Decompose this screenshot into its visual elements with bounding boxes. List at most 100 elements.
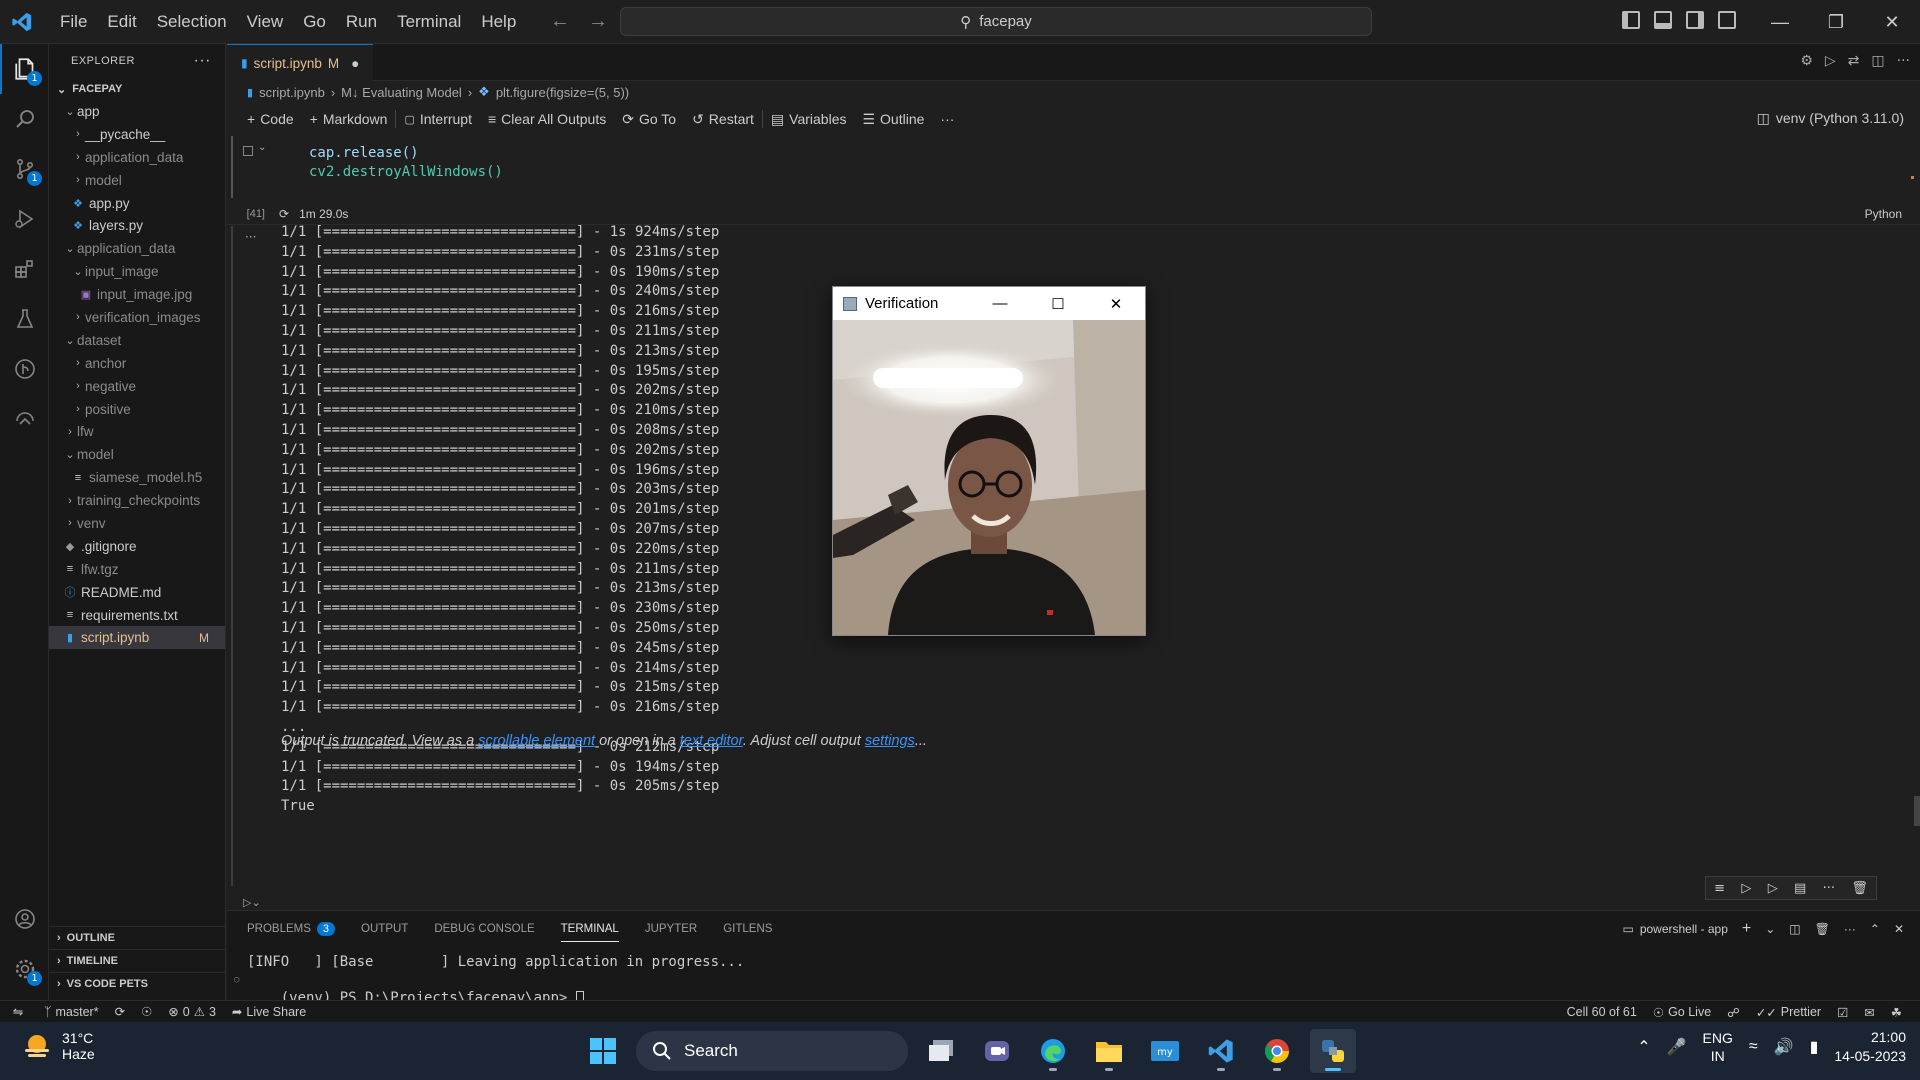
- menu-item-view[interactable]: View: [237, 0, 294, 44]
- breadcrumb-item-1[interactable]: M↓ Evaluating Model: [341, 85, 462, 100]
- folder-item[interactable]: › model: [49, 169, 225, 192]
- volume-icon[interactable]: 🔊: [1774, 1037, 1794, 1057]
- remote-explorer-icon[interactable]: [0, 394, 49, 444]
- split-editor-icon[interactable]: ◫: [1871, 53, 1884, 69]
- live-share-item[interactable]: ➦ Live Share: [224, 1004, 314, 1020]
- tab-script-ipynb[interactable]: ▮ script.ipynb M ●: [227, 44, 373, 81]
- gitlens-status-icon[interactable]: ☉: [133, 1004, 160, 1019]
- chevron-down-icon[interactable]: ⌄: [1765, 922, 1775, 936]
- variables-button[interactable]: ▤ Variables: [763, 111, 855, 128]
- kill-terminal-icon[interactable]: 🗑: [1815, 922, 1830, 936]
- copilot-icon[interactable]: ☘: [1883, 1005, 1910, 1020]
- customize-layout-icon[interactable]: [1718, 11, 1736, 29]
- file-item[interactable]: ▣ input_image.jpg: [49, 283, 225, 306]
- verification-window[interactable]: Verification — ☐ ✕: [832, 286, 1146, 636]
- folder-item[interactable]: ⌄ application_data: [49, 237, 225, 260]
- menu-item-selection[interactable]: Selection: [147, 0, 237, 44]
- mylip-app-icon[interactable]: my: [1142, 1029, 1188, 1073]
- interrupt-button[interactable]: ▢ Interrupt: [396, 111, 480, 127]
- file-item[interactable]: ◆ .gitignore: [49, 535, 225, 558]
- tab-jupyter[interactable]: JUPYTER: [645, 923, 697, 935]
- wifi-icon[interactable]: ≈: [1749, 1038, 1758, 1056]
- code-line[interactable]: cap.release(): [309, 145, 419, 161]
- folder-item[interactable]: ⌄ input_image: [49, 260, 225, 283]
- kernel-picker[interactable]: ◫ venv (Python 3.11.0): [1757, 110, 1904, 127]
- breadcrumb-item-0[interactable]: script.ipynb: [259, 85, 325, 100]
- accounts-icon[interactable]: [0, 894, 49, 944]
- search-icon[interactable]: [0, 94, 49, 144]
- output-more-icon[interactable]: ···: [245, 230, 256, 244]
- code-line[interactable]: cv2.destroyAllWindows(): [309, 164, 503, 180]
- delete-cell-icon[interactable]: 🗑: [1851, 881, 1868, 896]
- task-view-icon[interactable]: [918, 1029, 964, 1073]
- forward-arrow-icon[interactable]: →: [588, 10, 608, 33]
- cell-more-icon[interactable]: ···: [1823, 881, 1835, 896]
- folder-item[interactable]: › negative: [49, 375, 225, 398]
- git-branch-item[interactable]: ᛉ master*: [36, 1005, 107, 1019]
- run-above-icon[interactable]: ≡: [1714, 881, 1725, 896]
- problems-status[interactable]: ⊗ 0 ⚠ 3: [160, 1004, 224, 1020]
- folder-item[interactable]: › positive: [49, 398, 225, 421]
- restart-button[interactable]: ↺ Restart: [684, 111, 762, 128]
- tab-output[interactable]: OUTPUT: [361, 923, 408, 935]
- toggle-secondary-sidebar-icon[interactable]: [1686, 11, 1704, 29]
- edge-browser-icon[interactable]: [1030, 1029, 1076, 1073]
- folder-item[interactable]: › verification_images: [49, 306, 225, 329]
- verif-minimize-button[interactable]: —: [971, 287, 1029, 320]
- toggle-sidebar-icon[interactable]: [1622, 11, 1640, 29]
- settings-gear-icon[interactable]: 1: [0, 944, 49, 994]
- toggle-panel-icon[interactable]: [1654, 11, 1672, 29]
- go-to-button[interactable]: ⟳ Go To: [614, 111, 684, 128]
- file-item[interactable]: ≡ lfw.tgz: [49, 558, 225, 581]
- panel-more-icon[interactable]: ···: [1844, 922, 1856, 936]
- teams-chat-icon[interactable]: [974, 1029, 1020, 1073]
- file-item[interactable]: ≡ requirements.txt: [49, 604, 225, 627]
- close-button[interactable]: ✕: [1864, 0, 1920, 44]
- minimize-button[interactable]: —: [1752, 0, 1808, 44]
- terminal-picker[interactable]: ▭ powershell - app: [1622, 922, 1727, 936]
- weather-widget[interactable]: 31°C Haze: [22, 1030, 95, 1062]
- folder-item[interactable]: ⌄ model: [49, 443, 225, 466]
- restore-button[interactable]: ❐: [1808, 0, 1864, 44]
- go-live-item[interactable]: ☉ Go Live: [1645, 1005, 1719, 1020]
- run-cell-icon[interactable]: ▷: [1741, 881, 1751, 896]
- chrome-browser-icon[interactable]: [1254, 1029, 1300, 1073]
- workspace-root[interactable]: ⌄ FACEPAY: [49, 78, 225, 100]
- folder-item[interactable]: › training_checkpoints: [49, 489, 225, 512]
- outline-button[interactable]: ☰ Outline: [854, 111, 932, 128]
- back-arrow-icon[interactable]: ←: [550, 10, 570, 33]
- cell-chevron-icon[interactable]: ⌄: [258, 142, 266, 153]
- add-markdown-button[interactable]: + Markdown: [302, 111, 396, 127]
- file-item[interactable]: ▮ script.ipynb M: [49, 626, 225, 650]
- taskbar-search[interactable]: Search: [636, 1031, 908, 1071]
- verif-maximize-button[interactable]: ☐: [1029, 287, 1087, 320]
- cell-position[interactable]: Cell 60 of 61: [1559, 1005, 1645, 1019]
- windows-start-icon[interactable]: [580, 1029, 626, 1073]
- testing-icon[interactable]: [0, 294, 49, 344]
- folder-item[interactable]: › __pycache__: [49, 123, 225, 146]
- run-debug-icon[interactable]: [0, 194, 49, 244]
- command-center[interactable]: ⚲ facepay: [620, 7, 1372, 36]
- folder-item[interactable]: › anchor: [49, 352, 225, 375]
- menu-item-go[interactable]: Go: [293, 0, 336, 44]
- sync-icon[interactable]: ⟳: [107, 1004, 133, 1019]
- gitlens-icon[interactable]: [0, 344, 49, 394]
- clock[interactable]: 21:00 14-05-2023: [1834, 1028, 1906, 1066]
- battery-icon[interactable]: ▮: [1810, 1037, 1819, 1057]
- folder-item[interactable]: › application_data: [49, 146, 225, 169]
- settings-link[interactable]: settings: [865, 733, 915, 749]
- close-panel-icon[interactable]: ✕: [1894, 922, 1904, 936]
- split-cell-icon[interactable]: ▤: [1794, 881, 1806, 896]
- tab-problems[interactable]: PROBLEMS 3: [247, 922, 336, 936]
- new-terminal-icon[interactable]: +: [1742, 920, 1751, 938]
- compare-icon[interactable]: ⇄: [1848, 53, 1860, 69]
- cell-checkbox-icon[interactable]: [243, 146, 253, 156]
- maximize-panel-icon[interactable]: ⌃: [1870, 922, 1880, 936]
- tab-debug-console[interactable]: DEBUG CONSOLE: [434, 923, 534, 935]
- next-cell-run-icon[interactable]: ▷⌄: [243, 896, 261, 909]
- file-item[interactable]: ≡ siamese_model.h5: [49, 466, 225, 489]
- tray-overflow-chevron-icon[interactable]: ⌃: [1637, 1037, 1650, 1057]
- extension-status-icon[interactable]: ☍: [1719, 1005, 1748, 1020]
- tab-gitlens[interactable]: GITLENS: [723, 923, 772, 935]
- scrollable-element-link[interactable]: scrollable element: [478, 733, 595, 749]
